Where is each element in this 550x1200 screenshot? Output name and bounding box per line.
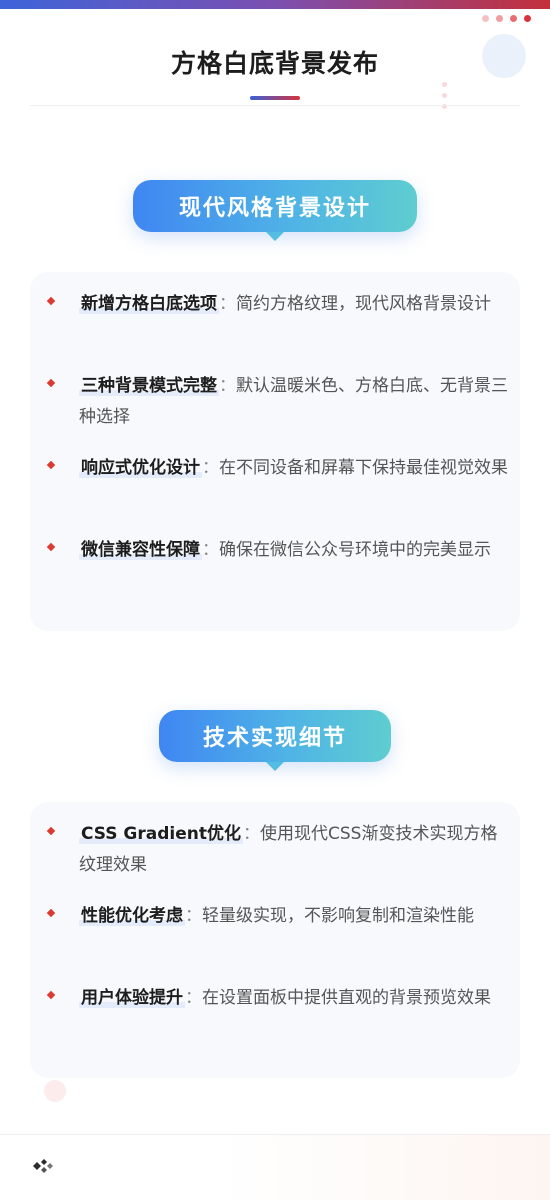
pill-pointer [266,232,284,241]
item-separator: ： [202,540,219,560]
title-underline [250,96,300,100]
list-item: 响应式优化设计 ：在不同设备和屏幕下保持最佳视觉效果 [46,453,511,484]
decorative-dot [524,15,531,22]
footer [0,1135,550,1200]
bullet-diamond-icon [46,990,56,1000]
item-text: 简约方格纹理，现代风格背景设计 [236,294,491,314]
item-text: 在设置面板中提供直观的背景预览效果 [202,988,491,1008]
list-item: 新增方格白底选项 ：简约方格纹理，现代风格背景设计 [46,289,511,320]
top-gradient-bar [0,0,550,9]
page-title: 方格白底背景发布 [170,49,379,78]
list-item: 用户体验提升 ：在设置面板中提供直观的背景预览效果 [46,983,511,1014]
decorative-dot [482,15,489,22]
pill-pointer [266,762,284,771]
item-text: 轻量级实现，不影响复制和渲染性能 [202,906,474,926]
decorative-dot [510,15,517,22]
feature-card: CSS Gradient优化 ：使用现代CSS渐变技术实现方格纹理效果 性能优化考… [30,802,520,1078]
item-title: 用户体验提升 [79,988,185,1008]
item-separator: ： [219,376,236,396]
item-separator: ： [185,988,202,1008]
decorative-bubble [44,1080,66,1102]
decorative-dot [442,82,447,87]
item-separator: ： [202,458,219,478]
item-separator: ： [219,294,236,314]
item-title: CSS Gradient优化 [79,824,243,844]
item-title: 微信兼容性保障 [79,540,202,560]
item-title: 新增方格白底选项 [79,294,219,314]
section-heading-pill: 技术实现细节 [159,710,391,762]
item-title: 三种背景模式完整 [79,376,219,396]
list-item: CSS Gradient优化 ：使用现代CSS渐变技术实现方格纹理效果 [46,819,511,881]
item-separator: ： [185,906,202,926]
section-heading: 现代风格背景设计 [178,196,371,221]
decorative-dot [496,15,503,22]
list-item: 三种背景模式完整 ：默认温暖米色、方格白底、无背景三种选择 [46,371,511,433]
item-separator: ： [243,824,260,844]
item-title: 性能优化考虑 [79,906,185,926]
brand-logo-icon [33,1159,53,1173]
list-item: 微信兼容性保障 ：确保在微信公众号环境中的完美显示 [46,535,511,566]
decorative-dot [442,93,447,98]
bullet-diamond-icon [46,826,56,836]
bullet-diamond-icon [46,378,56,388]
bullet-diamond-icon [46,460,56,470]
item-text: 确保在微信公众号环境中的完美显示 [219,540,491,560]
list-item: 性能优化考虑 ：轻量级实现，不影响复制和渲染性能 [46,901,511,932]
section-heading: 技术实现细节 [202,726,347,751]
header-divider [30,105,520,106]
bullet-diamond-icon [46,296,56,306]
feature-card: 新增方格白底选项 ：简约方格纹理，现代风格背景设计 三种背景模式完整 ：默认温暖米色… [30,272,520,631]
bullet-diamond-icon [46,908,56,918]
item-title: 响应式优化设计 [79,458,202,478]
item-text: 在不同设备和屏幕下保持最佳视觉效果 [219,458,508,478]
decorative-dots [482,15,531,22]
section-heading-pill: 现代风格背景设计 [133,180,417,232]
bullet-diamond-icon [46,542,56,552]
